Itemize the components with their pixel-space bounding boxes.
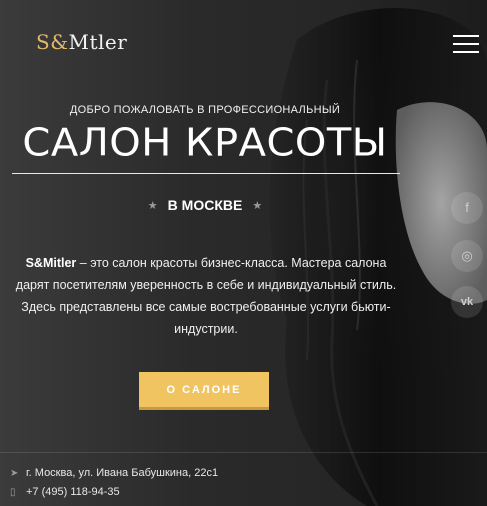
- city-label: В МОСКВЕ: [167, 197, 243, 213]
- hamburger-menu-icon[interactable]: [453, 35, 479, 53]
- logo-letter: S: [36, 30, 51, 54]
- city-heading: ★ В МОСКВЕ ★: [0, 197, 410, 213]
- facebook-icon[interactable]: f: [451, 192, 483, 224]
- brand-logo[interactable]: S&Mtler: [36, 30, 127, 54]
- salon-description: S&Mitler – это салон красоты бизнес-клас…: [12, 252, 400, 340]
- phone-text[interactable]: +7 (495) 118-94-35: [26, 486, 120, 498]
- description-brand: S&Mitler: [25, 256, 77, 270]
- phone-row[interactable]: ▯ +7 (495) 118-94-35: [10, 486, 120, 498]
- address-text: г. Москва, ул. Ивана Бабушкина, 22с1: [26, 467, 219, 479]
- about-salon-button[interactable]: О САЛОНЕ: [139, 372, 269, 410]
- instagram-icon[interactable]: ◎: [451, 240, 483, 272]
- phone-icon: ▯: [10, 487, 16, 498]
- logo-ampersand: &: [50, 30, 69, 54]
- logo-name: Mtler: [68, 30, 128, 54]
- contact-footer: ➤ г. Москва, ул. Ивана Бабушкина, 22с1 ▯ +…: [0, 452, 487, 506]
- welcome-subtitle: ДОБРО ПОЖАЛОВАТЬ В ПРОФЕССИОНАЛЬНЫЙ: [69, 104, 341, 116]
- address-row: ➤ г. Москва, ул. Ивана Бабушкина, 22с1: [10, 467, 218, 479]
- location-arrow-icon: ➤: [10, 468, 19, 479]
- vk-icon[interactable]: vk: [451, 286, 483, 318]
- star-icon: ★: [252, 200, 263, 212]
- page-title: САЛОН КРАСОТЫ: [22, 121, 388, 165]
- title-divider: [12, 173, 400, 174]
- star-icon: ★: [147, 200, 158, 212]
- hero-section: S&Mtler ДОБРО ПОЖАЛОВАТЬ В ПРОФЕССИОНАЛЬ…: [0, 0, 487, 506]
